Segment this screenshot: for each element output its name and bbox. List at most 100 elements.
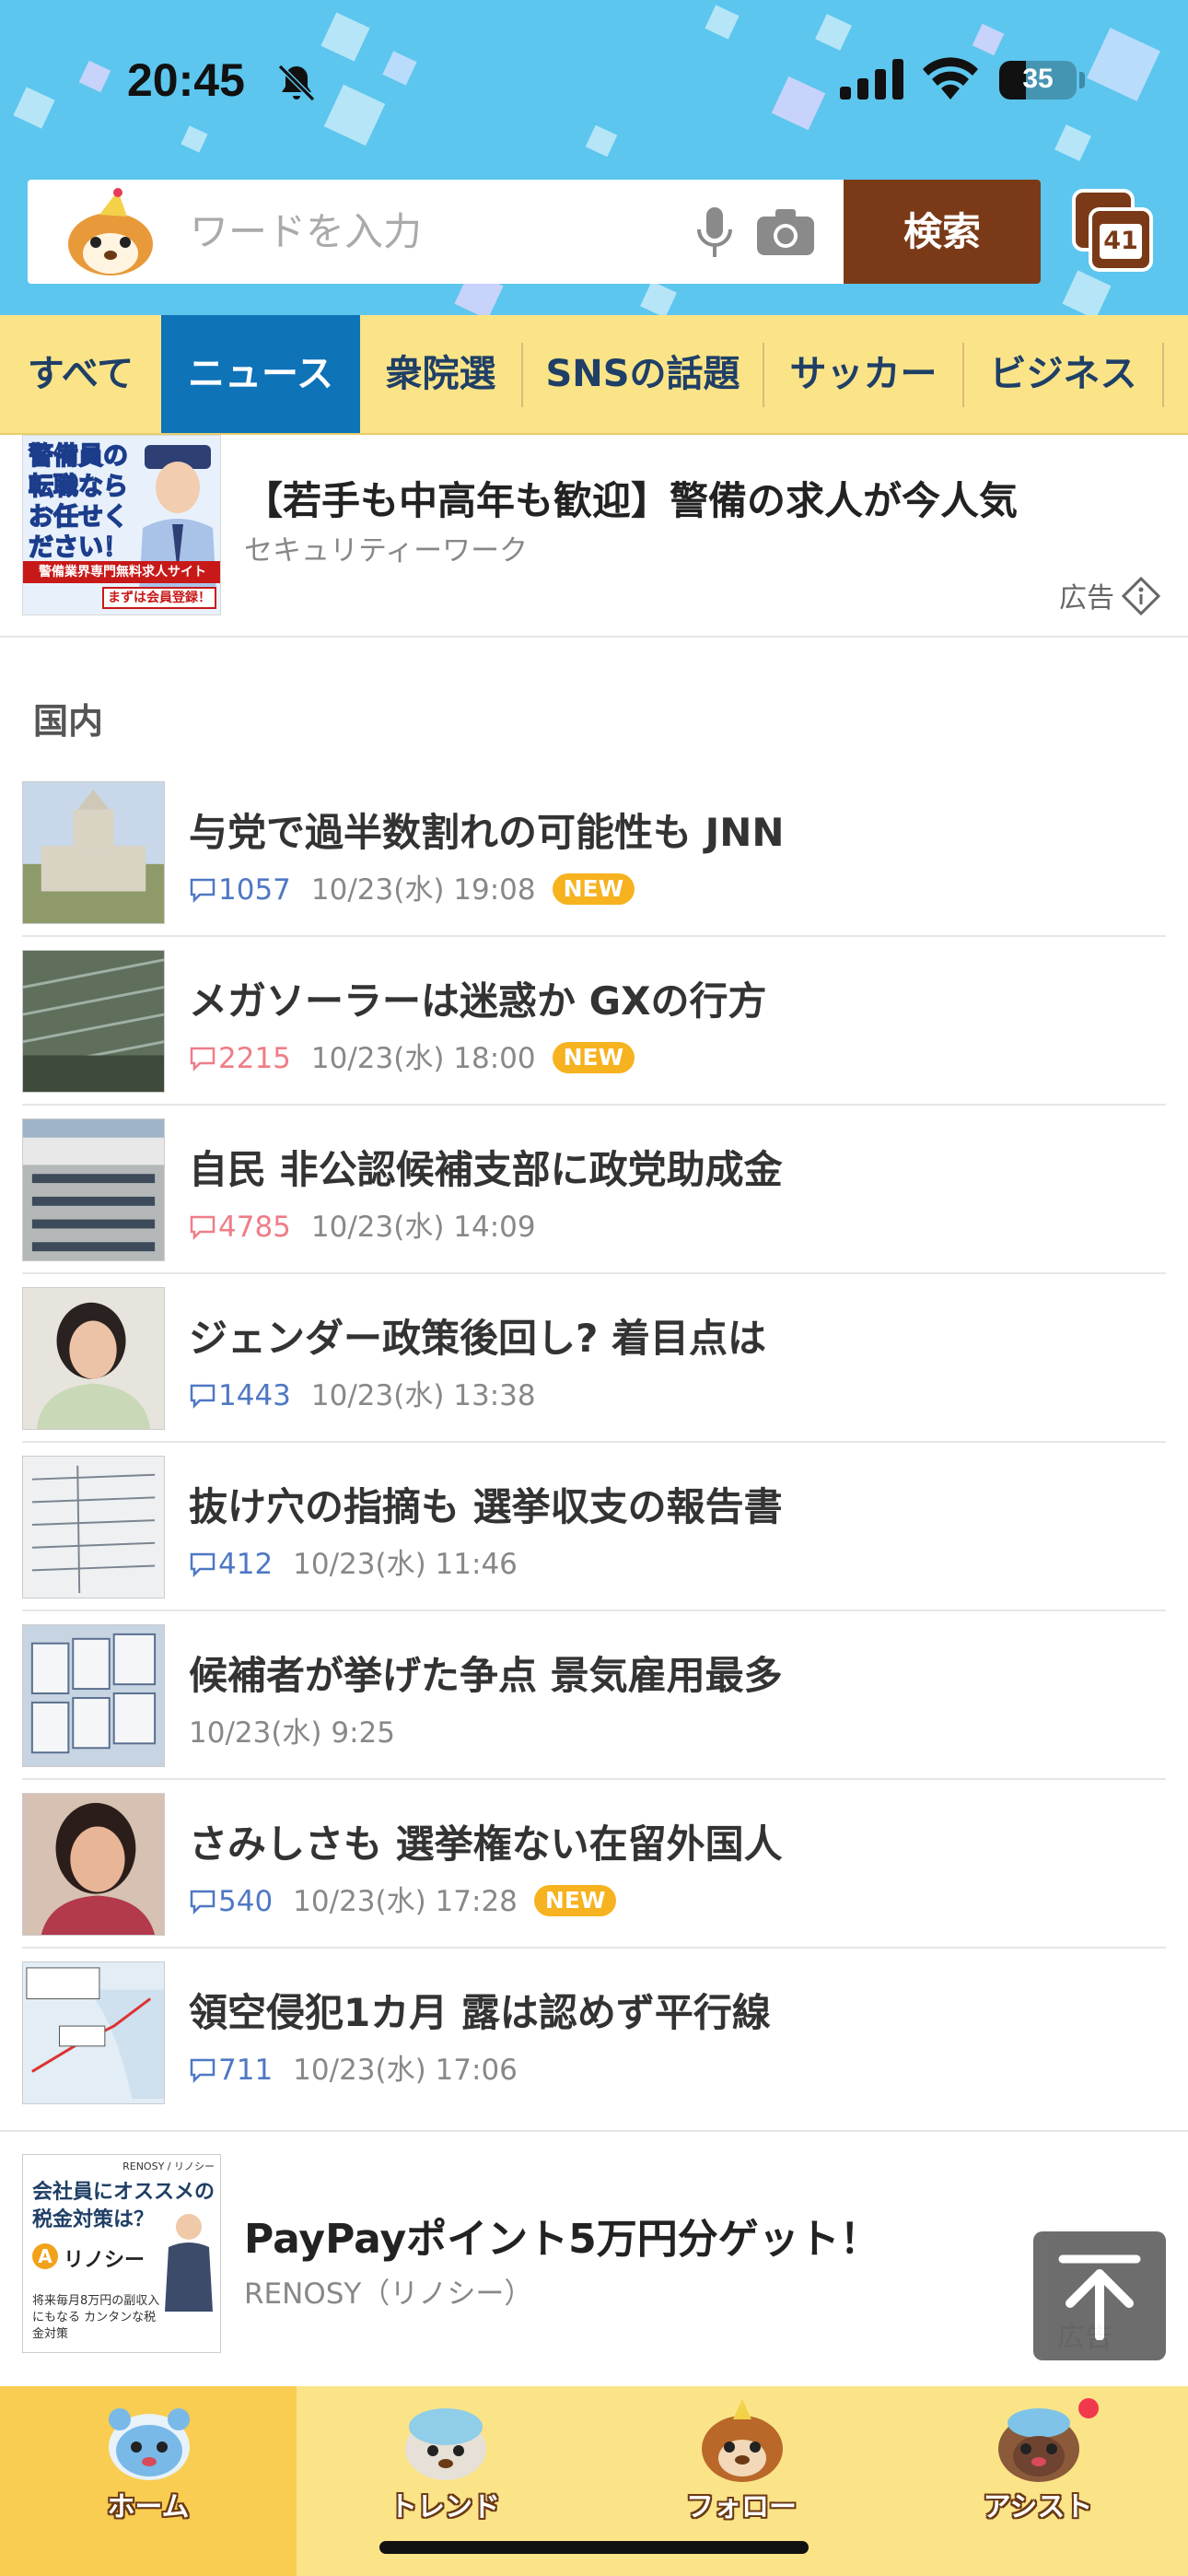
scroll-to-top-button[interactable] — [1033, 2231, 1166, 2360]
news-thumbnail — [22, 1287, 165, 1430]
search-button[interactable]: 検索 — [844, 180, 1041, 284]
comment-icon — [190, 878, 215, 903]
search-box: 検索 — [28, 180, 1041, 284]
ad-sponsor: RENOSY（リノシー） — [244, 2277, 533, 2311]
confetti-decoration — [1062, 270, 1112, 315]
news-item[interactable]: 候補者が挙げた争点 景気雇用最多 10/23(水) 9:25 — [0, 1611, 1188, 1780]
news-date: 10/23(水) 18:00 — [310, 1042, 536, 1075]
camera-icon[interactable] — [755, 205, 816, 257]
tab-divider — [1162, 343, 1164, 407]
nav-label: フォロー — [686, 2491, 797, 2523]
news-date: 10/23(水) 13:38 — [310, 1379, 536, 1412]
home-indicator[interactable] — [379, 2541, 809, 2554]
news-meta: 2215 10/23(水) 18:00 NEW — [189, 1035, 635, 1075]
news-item[interactable]: 自民 非公認候補支部に政党助成金 4785 10/23(水) 14:09 — [0, 1106, 1188, 1274]
comment-icon — [190, 1047, 215, 1071]
news-meta: 540 10/23(水) 17:28 NEW — [189, 1878, 617, 1918]
category-tab-bar: すべて ニュース 衆院選 SNSの話題 サッカー ビジネス — [0, 315, 1188, 435]
nav-assist[interactable]: アシスト — [890, 2386, 1186, 2576]
nav-label: アシスト — [983, 2491, 1093, 2523]
news-title[interactable]: メガソーラーは迷惑か GXの行方 — [189, 970, 766, 1026]
ad-thumb-brand: RENOSY / リノシー — [122, 2160, 215, 2172]
tab-business[interactable]: ビジネス — [964, 315, 1162, 433]
arrow-up-icon — [1058, 2254, 1141, 2340]
news-meta: 10/23(水) 9:25 — [189, 1709, 412, 1750]
news-item[interactable]: メガソーラーは迷惑か GXの行方 2215 10/23(水) 18:00 NEW — [0, 937, 1188, 1106]
open-tabs-button[interactable]: 41 — [1072, 189, 1155, 274]
news-thumbnail — [22, 1118, 165, 1261]
news-item[interactable]: さみしさも 選挙権ない在留外国人 540 10/23(水) 17:28 NEW — [0, 1780, 1188, 1949]
news-title[interactable]: 候補者が挙げた争点 景気雇用最多 — [189, 1645, 783, 1701]
ad-thumb-text: 警備員の転職ならお任せください！ — [28, 441, 129, 563]
microphone-icon[interactable] — [689, 205, 740, 261]
tab-news[interactable]: ニュース — [161, 315, 360, 433]
news-date: 10/23(水) 17:28 — [293, 1885, 518, 1918]
tab-all[interactable]: すべて — [0, 315, 161, 433]
news-title[interactable]: さみしさも 選挙権ない在留外国人 — [189, 1813, 783, 1869]
app-header: 20:45 35 ワードを入力 検索 41 — [0, 0, 1188, 315]
news-thumbnail — [22, 950, 165, 1093]
comment-count: 711 — [218, 2054, 274, 2087]
news-thumbnail — [22, 781, 165, 924]
news-meta: 4785 10/23(水) 14:09 — [189, 1203, 553, 1244]
businessman-image — [165, 2214, 213, 2312]
comment-count: 2215 — [218, 1042, 291, 1075]
ad-thumb-strip: 警備業界専門無料求人サイト — [23, 561, 220, 583]
comment-icon — [190, 2058, 215, 2083]
news-meta: 711 10/23(水) 17:06 — [189, 2046, 534, 2087]
comment-icon — [190, 1384, 215, 1409]
news-title[interactable]: ジェンダー政策後回し? 着目点は — [189, 1307, 766, 1364]
news-title[interactable]: 自民 非公認候補支部に政党助成金 — [189, 1139, 783, 1195]
battery-icon: 35 — [999, 61, 1077, 100]
confetti-decoration — [640, 281, 677, 315]
ad-info-icon[interactable] — [1122, 577, 1160, 615]
ad-banner-top[interactable]: 警備員の転職ならお任せください！ 警備業界専門無料求人サイト まずは会員登録！ … — [0, 435, 1188, 638]
new-badge: NEW — [552, 873, 635, 905]
status-bar: 20:45 35 — [0, 0, 1188, 157]
news-item[interactable]: 抜け穴の指摘も 選挙収支の報告書 412 10/23(水) 11:46 — [0, 1443, 1188, 1611]
comment-icon — [190, 1215, 215, 1240]
trend-mascot-icon — [405, 2408, 486, 2480]
comment-icon — [190, 1552, 215, 1577]
tab-count: 41 — [1100, 224, 1142, 259]
ad-title[interactable]: PayPayポイント5万円分ゲット！ — [244, 2206, 880, 2265]
new-badge: NEW — [533, 1885, 617, 1916]
news-date: 10/23(水) 17:06 — [293, 2054, 518, 2087]
news-title[interactable]: 与党で過半数割れの可能性も JNN — [189, 802, 785, 858]
ad-sponsor: セキュリティーワーク — [244, 534, 529, 568]
news-date: 10/23(水) 9:25 — [189, 1716, 395, 1750]
news-thumbnail — [22, 1624, 165, 1767]
nav-home[interactable]: ホーム — [0, 2386, 297, 2576]
tab-soccer[interactable]: サッカー — [764, 315, 962, 433]
bell-slash-icon — [277, 64, 316, 102]
news-item[interactable]: ジェンダー政策後回し? 着目点は 1443 10/23(水) 13:38 — [0, 1274, 1188, 1443]
comment-count: 412 — [218, 1548, 274, 1581]
tabs-icon: 41 — [1089, 207, 1153, 272]
tab-sns-topics[interactable]: SNSの話題 — [523, 315, 763, 433]
news-meta: 1057 10/23(水) 19:08 NEW — [189, 866, 635, 907]
ad-title[interactable]: 【若手も中高年も歓迎】警備の求人が今人気 — [244, 470, 1018, 526]
battery-percent: 35 — [1022, 64, 1054, 94]
battery-cap — [1079, 72, 1085, 88]
nav-label: トレンド — [390, 2491, 500, 2523]
news-item[interactable]: 与党で過半数割れの可能性も JNN 1057 10/23(水) 19:08 NEW — [0, 768, 1188, 937]
news-thumbnail — [22, 1961, 165, 2104]
comment-count: 1443 — [218, 1379, 291, 1412]
cellular-signal-icon — [840, 59, 903, 100]
news-thumbnail — [22, 1456, 165, 1598]
renosy-logo-icon: A — [32, 2243, 58, 2269]
mascot-logo-icon — [68, 188, 153, 275]
news-title[interactable]: 抜け穴の指摘も 選挙収支の報告書 — [189, 1476, 783, 1532]
news-date: 10/23(水) 14:09 — [310, 1211, 536, 1244]
tab-election[interactable]: 衆院選 — [360, 315, 521, 433]
ad-thumb-logo: リノシー — [64, 2249, 146, 2272]
status-time: 20:45 — [127, 54, 245, 106]
ad-thumb-sub: 将来毎月8万円の副収入にもなる カンタンな税金対策 — [32, 2294, 160, 2341]
news-item[interactable]: 領空侵犯1カ月 露は認めず平行線 711 10/23(水) 17:06 — [0, 1949, 1188, 2117]
search-input[interactable] — [190, 180, 669, 284]
news-title[interactable]: 領空侵犯1カ月 露は認めず平行線 — [189, 1982, 771, 2038]
wifi-icon — [923, 57, 978, 100]
new-badge: NEW — [552, 1042, 635, 1073]
notification-badge — [1076, 2395, 1101, 2421]
ad-banner-bottom[interactable]: RENOSY / リノシー 会社員にオススメの 税金対策は？ A リノシー 将来… — [0, 2130, 1188, 2379]
